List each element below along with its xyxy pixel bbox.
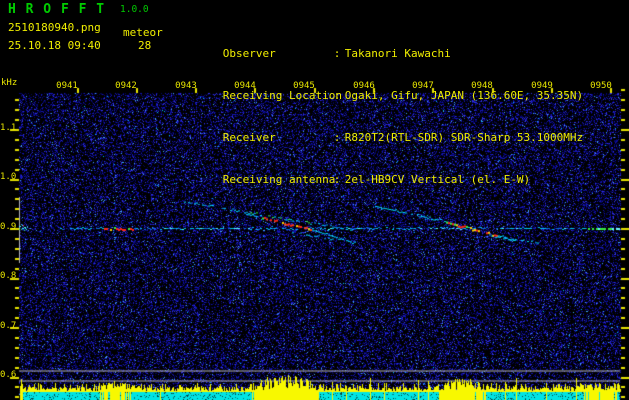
x-tick-label: 0941 (56, 81, 78, 91)
output-filename: 2510180940.png (8, 21, 101, 34)
y-tick-label: 1.0 (0, 172, 17, 182)
x-tick-label: 0942 (115, 81, 137, 91)
app-title: H R O F F T (8, 2, 106, 17)
y-axis-unit-label: kHz (1, 78, 18, 88)
mode-label: meteor (123, 26, 163, 39)
station-value: R820T2(RTL-SDR) SDR-Sharp 53.1000MHz (344, 131, 584, 144)
station-value: 2el-HB9CV Vertical (el. E-W) (344, 173, 531, 186)
x-tick-label: 0944 (234, 81, 256, 91)
x-tick-label: 0943 (175, 81, 197, 91)
x-tick-label: 0949 (531, 81, 553, 91)
station-info: Observer: Takanori Kawachi Receiving Loca… (183, 4, 583, 198)
y-tick-label: 0.6 (0, 370, 17, 380)
x-tick-label: 0945 (293, 81, 315, 91)
station-row-antenna: Receiving antenna: 2el-HB9CV Vertical (el… (183, 156, 583, 186)
datetime-label: 25.10.18 09:40 (8, 39, 101, 52)
y-tick-label: 0.7 (0, 321, 17, 331)
station-label: Receiver (222, 131, 276, 144)
hrofft-window: H R O F F T 1.0.0 2510180940.png meteor … (0, 0, 629, 400)
x-tick-label: 0950 (590, 81, 612, 91)
separator: : (333, 173, 341, 186)
station-value: Takanori Kawachi (344, 47, 451, 60)
station-row-receiver: Receiver: R820T2(RTL-SDR) SDR-Sharp 53.10… (183, 114, 583, 144)
station-label: Receiving antenna (222, 173, 336, 186)
station-row-observer: Observer: Takanori Kawachi (183, 30, 583, 60)
x-tick-label: 0947 (412, 81, 434, 91)
y-tick-label: 0.8 (0, 271, 17, 281)
meteor-count: 28 (138, 39, 152, 52)
x-tick-label: 0948 (471, 81, 493, 91)
y-tick-label: 1.1 (0, 123, 17, 133)
app-version: 1.0.0 (120, 4, 149, 15)
x-tick-label: 0946 (353, 81, 375, 91)
y-tick-label: 0.9 (0, 222, 17, 232)
station-label: Observer (222, 47, 276, 60)
separator: : (333, 89, 341, 102)
separator: : (333, 131, 341, 144)
separator: : (333, 47, 341, 60)
